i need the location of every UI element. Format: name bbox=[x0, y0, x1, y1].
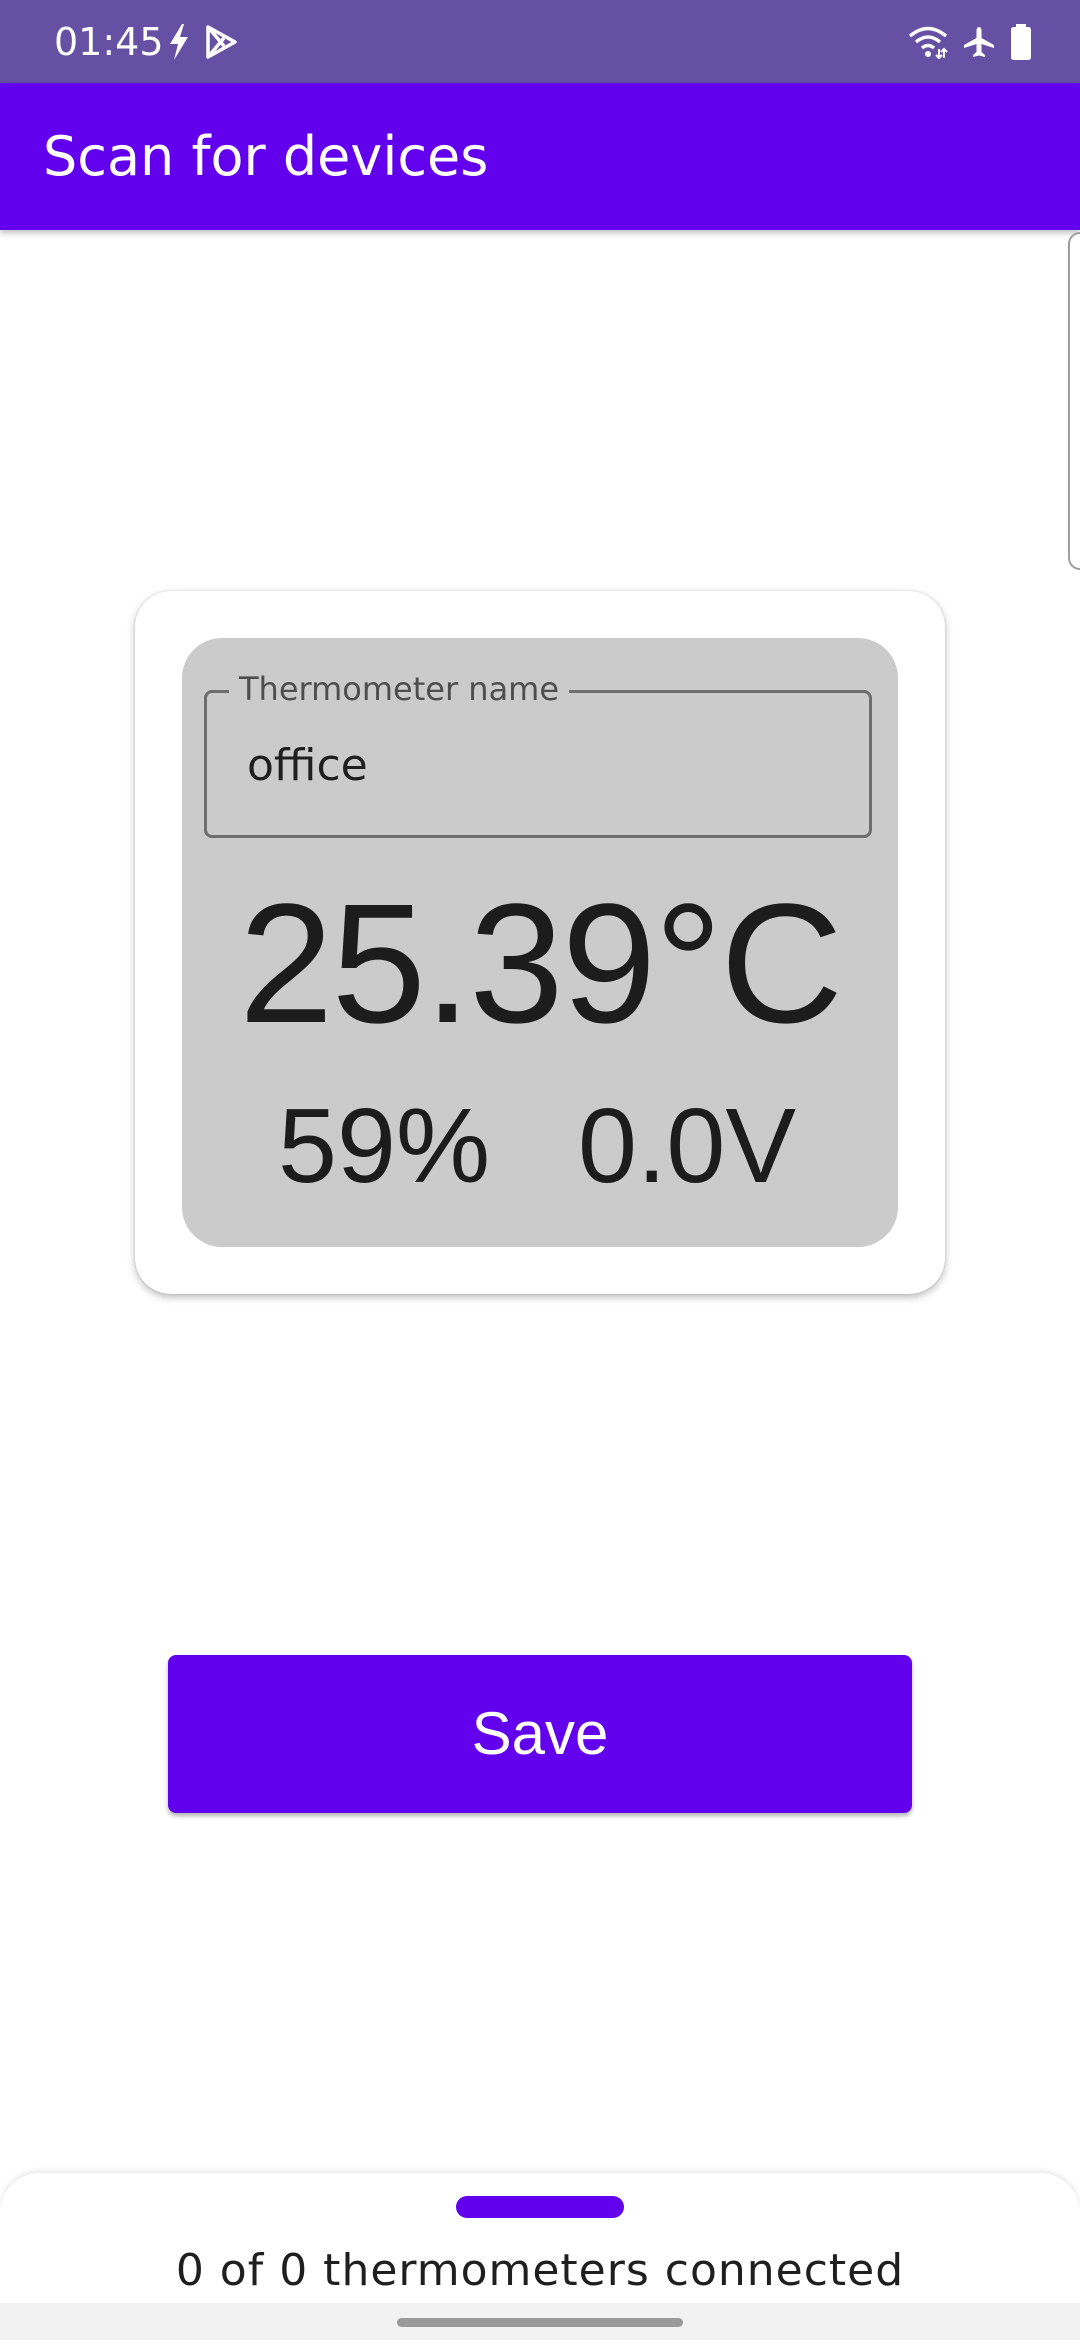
thermometer-name-label: Thermometer name bbox=[229, 667, 570, 711]
home-gesture-handle[interactable] bbox=[397, 2318, 683, 2327]
thermometer-card-content: Thermometer name 25.39°C 59% 0.0V bbox=[182, 638, 898, 1247]
airplane-mode-icon bbox=[962, 25, 996, 59]
wifi-icon bbox=[908, 25, 948, 59]
thermometer-name-input[interactable] bbox=[247, 738, 847, 794]
temperature-reading: 25.39°C bbox=[238, 869, 843, 1059]
navigation-bar bbox=[0, 2303, 1080, 2340]
app-bar: Scan for devices bbox=[0, 83, 1080, 230]
voltage-reading: 0.0V bbox=[578, 1087, 797, 1205]
connection-status-text: 0 of 0 thermometers connected bbox=[175, 2245, 905, 2296]
thermometer-name-field[interactable]: Thermometer name bbox=[204, 667, 872, 838]
status-bar: 01:45 bbox=[0, 0, 1080, 83]
side-drawer-handle[interactable] bbox=[1068, 232, 1080, 570]
status-left-icons bbox=[168, 20, 238, 64]
battery-icon bbox=[1010, 24, 1032, 60]
page-title: Scan for devices bbox=[43, 125, 489, 188]
status-time: 01:45 bbox=[54, 20, 164, 64]
flash-icon bbox=[168, 24, 190, 60]
bottom-sheet-handle[interactable] bbox=[456, 2196, 624, 2218]
thermometer-card: Thermometer name 25.39°C 59% 0.0V bbox=[135, 591, 945, 1294]
play-store-icon bbox=[204, 24, 238, 60]
bottom-sheet[interactable]: 0 of 0 thermometers connected bbox=[0, 2173, 1080, 2303]
screen: 01:45 Scan for devices Thermometer name … bbox=[0, 0, 1080, 2340]
status-right-icons bbox=[908, 20, 1032, 64]
save-button[interactable]: Save bbox=[168, 1655, 912, 1813]
humidity-reading: 59% bbox=[278, 1087, 491, 1205]
